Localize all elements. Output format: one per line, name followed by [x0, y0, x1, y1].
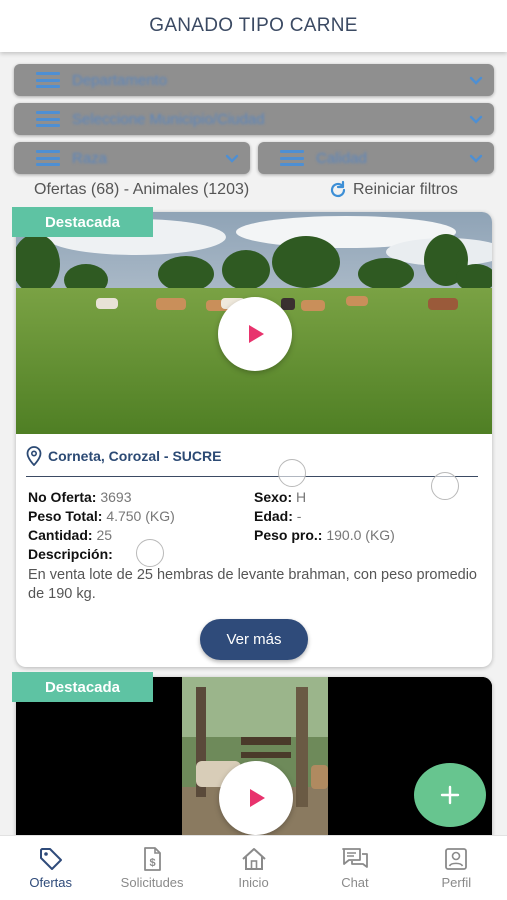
nav-item-label: Perfil: [441, 875, 472, 890]
nav-item-inicio[interactable]: Inicio: [203, 836, 304, 900]
play-icon: [249, 325, 264, 343]
svg-text:$: $: [150, 857, 156, 869]
offer-quantity: Cantidad: 25: [28, 527, 113, 543]
refresh-icon: [330, 180, 346, 198]
reset-filters-label: Reiniciar filtros: [353, 181, 458, 198]
breed-filter-label: Raza: [72, 149, 108, 167]
list-icon: [280, 150, 304, 166]
results-summary: Ofertas (68) - Animales (1203): [34, 181, 250, 198]
quality-filter[interactable]: Calidad: [258, 142, 494, 174]
plus-icon: [440, 785, 460, 805]
offer-video-thumbnail[interactable]: [16, 212, 492, 434]
nav-item-chat[interactable]: Chat: [304, 836, 405, 900]
offer-card: Corneta, Corozal - SUCRE No Oferta: 3693…: [16, 212, 492, 667]
offer-age: Edad: -: [254, 508, 302, 524]
nav-item-ofertas[interactable]: Ofertas: [0, 836, 101, 900]
nav-item-label: Chat: [341, 875, 369, 890]
chevron-down-icon: [469, 115, 483, 124]
municipality-filter[interactable]: Seleccione Municipio/Ciudad: [14, 103, 494, 135]
offer-number: No Oferta: 3693: [28, 489, 132, 505]
quality-filter-label: Calidad: [316, 149, 367, 167]
offer-sex: Sexo: H: [254, 489, 307, 505]
list-icon: [36, 72, 60, 88]
overlay-handle: [431, 472, 459, 500]
profile-icon: [445, 848, 468, 870]
featured-badge: Destacada: [12, 207, 153, 237]
add-offer-button[interactable]: [414, 763, 486, 827]
offer-total-weight: Peso Total: 4.750 (KG): [28, 508, 175, 524]
offer-description: En venta lote de 25 hembras de levante b…: [28, 567, 477, 602]
breed-filter[interactable]: Raza: [14, 142, 250, 174]
overlay-handle: [278, 459, 306, 487]
page-title: GANADO TIPO CARNE: [149, 15, 358, 36]
offer-average-weight: Peso pro.: 190.0 (KG): [254, 527, 395, 543]
department-filter[interactable]: Departamento: [14, 64, 494, 96]
play-icon: [250, 789, 265, 807]
chevron-down-icon: [225, 154, 239, 163]
department-filter-label: Departamento: [72, 71, 168, 89]
offer-description-label: Descripción:: [28, 546, 113, 562]
overlay-handle: [136, 539, 164, 567]
chat-icon: [342, 848, 368, 868]
nav-item-label: Solicitudes: [120, 875, 184, 890]
reset-filters-button[interactable]: Reiniciar filtros: [328, 180, 458, 200]
municipality-filter-label: Seleccione Municipio/Ciudad: [72, 110, 265, 128]
offer-location-label: Corneta, Corozal - SUCRE: [48, 448, 222, 464]
featured-badge: Destacada: [12, 672, 153, 702]
home-icon: [241, 848, 266, 870]
offer-location: Corneta, Corozal - SUCRE: [26, 446, 221, 466]
list-icon: [36, 111, 60, 127]
nav-item-label: Ofertas: [29, 875, 73, 890]
chevron-down-icon: [469, 76, 483, 85]
offer-card: [16, 677, 492, 847]
list-icon: [36, 150, 60, 166]
nav-item-solicitudes[interactable]: $ Solicitudes: [101, 836, 202, 900]
chevron-down-icon: [469, 154, 483, 163]
tag-icon: [39, 848, 62, 870]
location-pin-icon: [26, 446, 42, 466]
offer-video-thumbnail[interactable]: [16, 677, 492, 847]
see-more-button[interactable]: Ver más: [200, 619, 308, 660]
play-button[interactable]: [218, 297, 292, 371]
nav-item-perfil[interactable]: Perfil: [406, 836, 507, 900]
dollar-document-icon: $: [144, 847, 162, 871]
app-header: GANADO TIPO CARNE: [0, 0, 507, 52]
bottom-navigation: Ofertas $ Solicitudes Inicio Chat Perfil: [0, 835, 507, 900]
nav-item-label: Inicio: [238, 875, 269, 890]
play-button[interactable]: [219, 761, 293, 835]
divider: [26, 476, 478, 477]
